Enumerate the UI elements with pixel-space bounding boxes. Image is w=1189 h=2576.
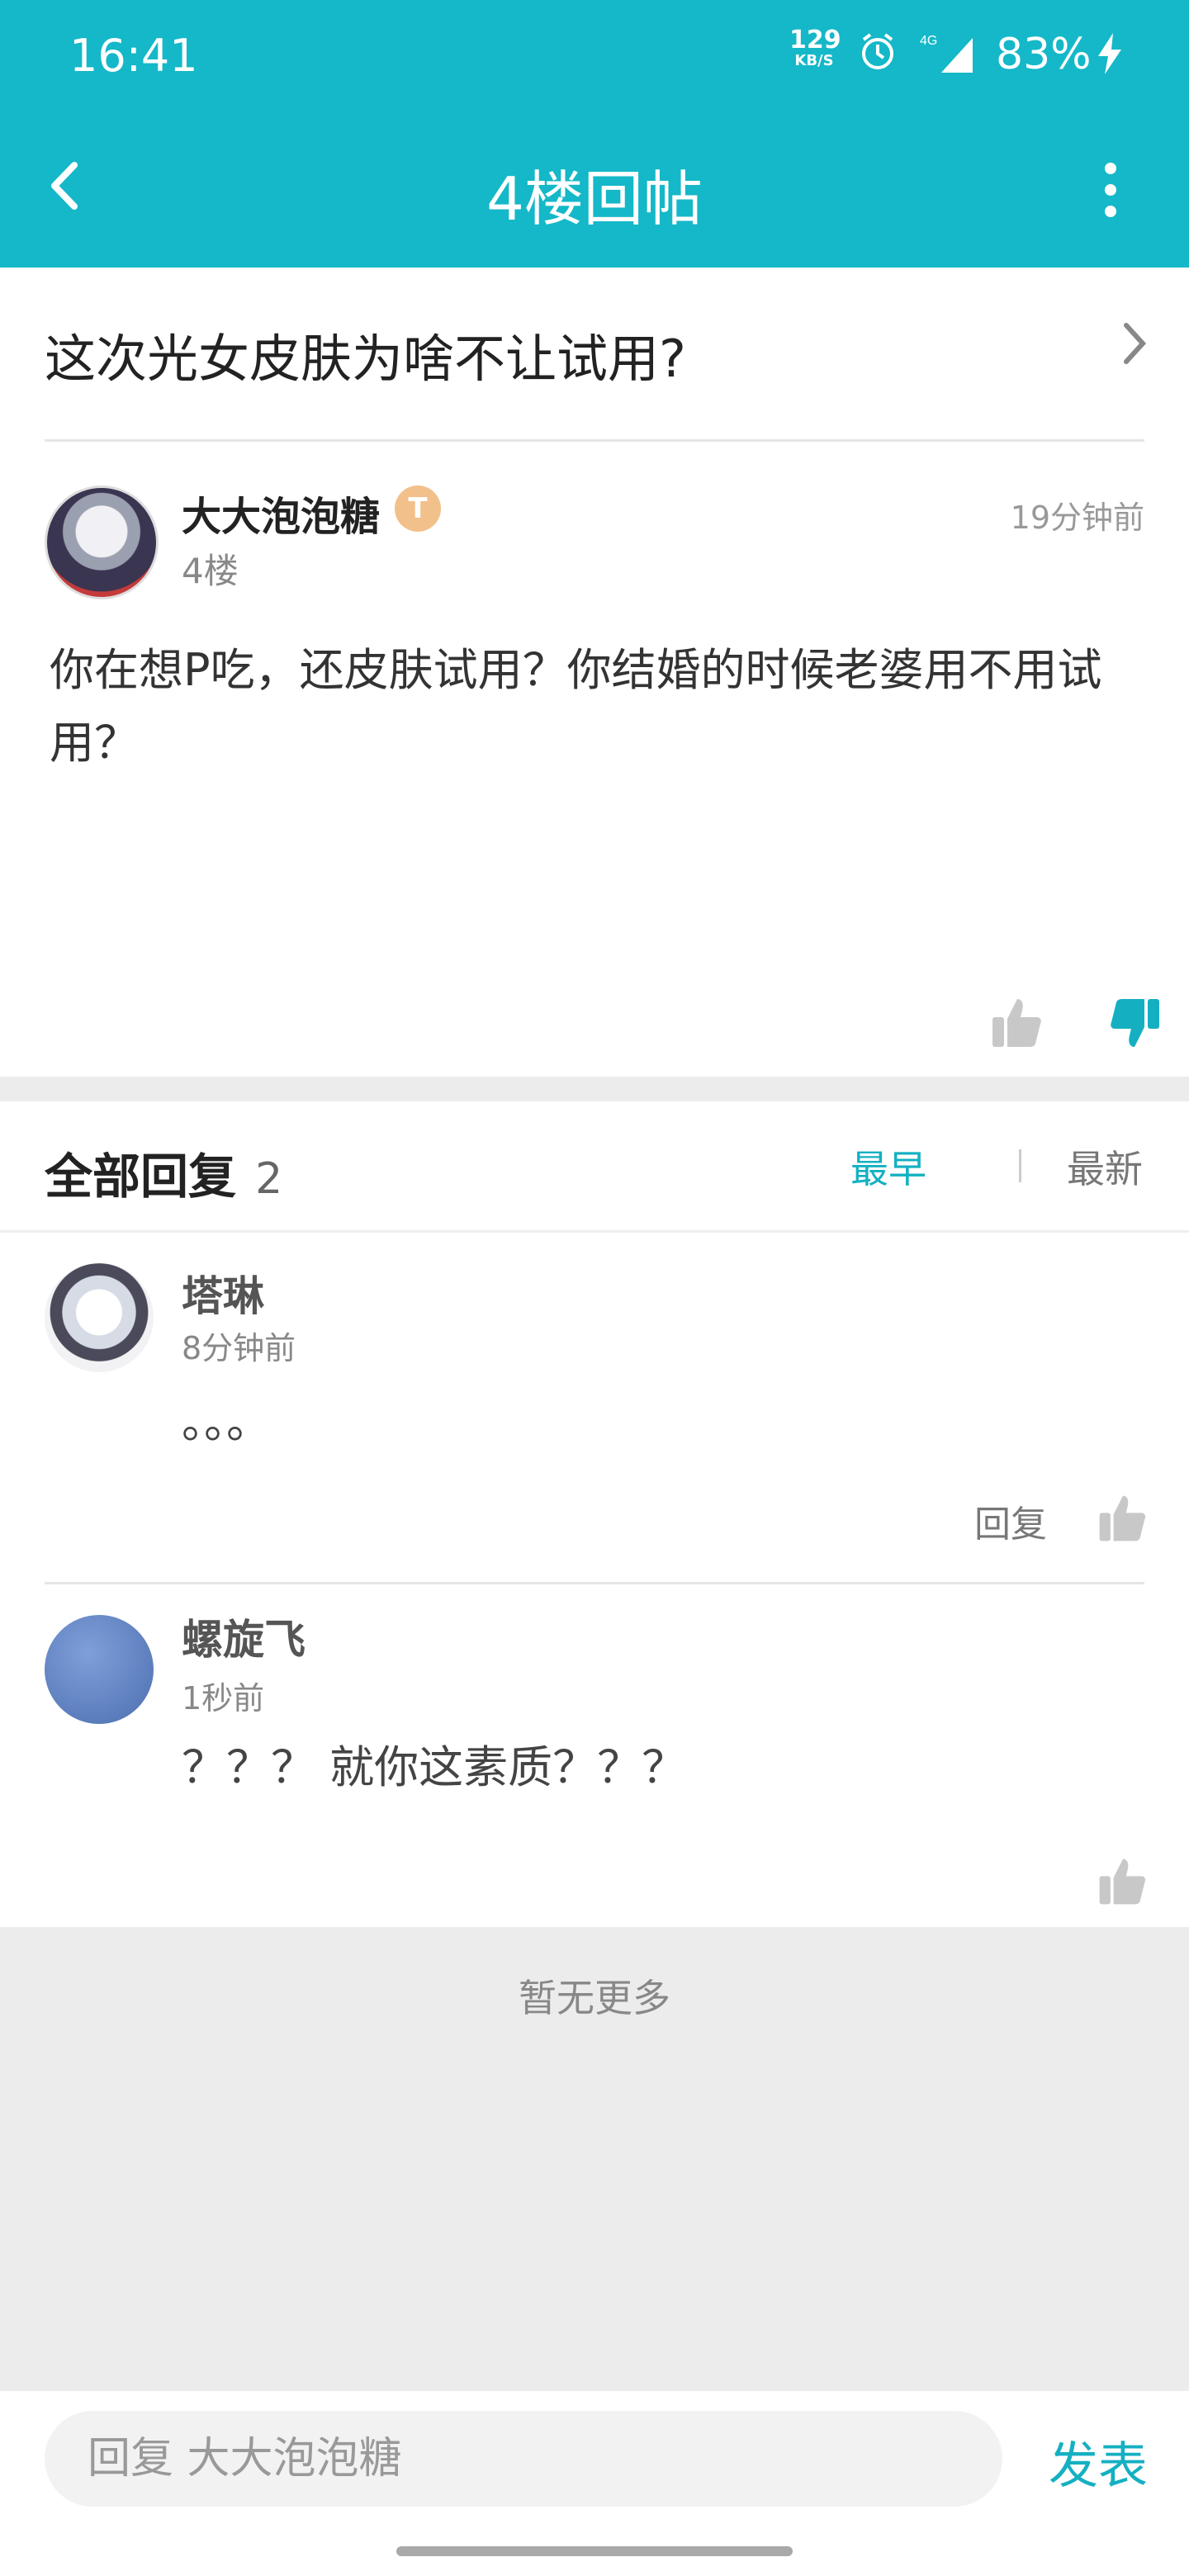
charging-icon xyxy=(1098,33,1121,74)
thumbs-up-icon[interactable] xyxy=(1095,1491,1149,1546)
sort-separator xyxy=(1019,1149,1021,1182)
thumbs-up-icon[interactable] xyxy=(988,994,1045,1052)
avatar[interactable] xyxy=(45,1615,154,1724)
post-time: 19分钟前 xyxy=(1010,500,1144,536)
floor-number: 4楼 xyxy=(182,551,239,591)
nav-bar: 4楼回帖 xyxy=(0,124,1189,248)
reply-content: 。。。 xyxy=(182,1396,271,1448)
level-badge-icon: T xyxy=(395,485,441,532)
reply-item: 塔琳 8分钟前 。。。 回复 xyxy=(0,1263,1189,1593)
replies-header: 全部回复 2 xyxy=(45,1138,1151,1205)
more-options-icon[interactable] xyxy=(1090,157,1131,223)
send-button[interactable]: 发表 xyxy=(1049,2426,1148,2498)
thread-title: 这次光女皮肤为啥不让试用? xyxy=(45,329,686,389)
battery-level: 83% xyxy=(996,30,1092,79)
post-content: 你在想P吃，还皮肤试用？你结婚的时候老婆用不用试用？ xyxy=(50,644,1102,769)
reply-time: 8分钟前 xyxy=(182,1330,296,1366)
reply-input[interactable]: 回复 大大泡泡糖 xyxy=(45,2411,1002,2507)
avatar[interactable] xyxy=(45,1263,154,1372)
sort-earliest-tab[interactable]: 最早 xyxy=(850,1139,926,1194)
reply-button[interactable]: 回复 xyxy=(974,1494,1047,1547)
status-time: 16:41 xyxy=(69,30,198,82)
reply-author-name[interactable]: 螺旋飞 xyxy=(182,1607,306,1666)
replies-section: 全部回复 2 最早 最新 塔琳 8分钟前 。。。 回复 螺旋飞 1秒前 ？？？ … xyxy=(0,1101,1189,1927)
divider xyxy=(0,1230,1189,1233)
reply-author-name[interactable]: 塔琳 xyxy=(182,1263,264,1323)
author-name[interactable]: 大大泡泡糖 xyxy=(182,484,380,542)
replies-count: 2 xyxy=(255,1154,283,1204)
no-more-text: 暂无更多 xyxy=(519,1976,670,2020)
reply-time: 1秒前 xyxy=(182,1680,265,1717)
author-avatar[interactable] xyxy=(45,485,159,599)
status-bar: 16:41 129 KB/S 4G 83% xyxy=(0,0,1189,107)
network-speed-value: 129 xyxy=(789,26,841,54)
home-indicator[interactable] xyxy=(396,2546,793,2556)
chevron-right-icon xyxy=(1124,323,1147,364)
network-speed: 129 KB/S xyxy=(789,26,841,69)
reply-bar: 回复 大大泡泡糖 发表 xyxy=(0,2391,1189,2576)
sort-latest-tab[interactable]: 最新 xyxy=(1067,1139,1143,1194)
app-header: 16:41 129 KB/S 4G 83% 4楼回帖 xyxy=(0,0,1189,268)
reply-content: ？？？ 就你这素质？？？ xyxy=(182,1741,687,1793)
reply-item: 螺旋飞 1秒前 ？？？ 就你这素质？？？ xyxy=(0,1607,1189,1920)
replies-title: 全部回复 xyxy=(45,1148,237,1205)
divider xyxy=(45,1582,1144,1584)
thread-title-link[interactable]: 这次光女皮肤为啥不让试用? xyxy=(45,317,1151,416)
thumbs-down-icon[interactable] xyxy=(1106,994,1164,1052)
divider xyxy=(45,439,1144,442)
page-title: 4楼回帖 xyxy=(486,164,703,234)
network-speed-unit: KB/S xyxy=(794,52,834,69)
network-type-label: 4G xyxy=(920,34,937,48)
alarm-icon xyxy=(862,33,893,69)
thumbs-up-icon[interactable] xyxy=(1095,1854,1149,1909)
main-post: 这次光女皮肤为啥不让试用? 大大泡泡糖 T 4楼 19分钟前 你在想P吃，还皮肤… xyxy=(0,268,1189,1077)
signal-icon: 4G xyxy=(920,34,973,73)
